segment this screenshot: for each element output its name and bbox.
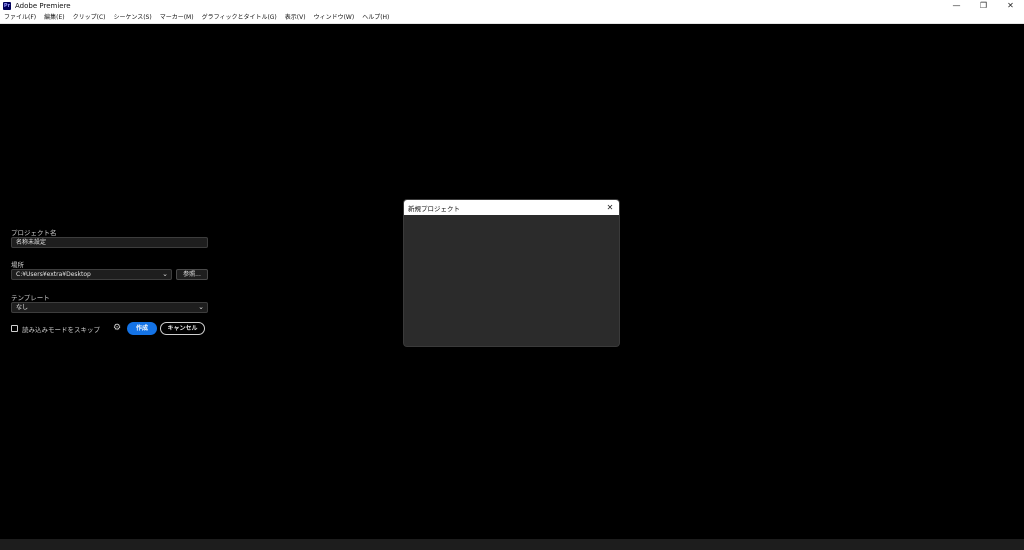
- app-title: Adobe Premiere: [15, 2, 71, 10]
- menu-edit[interactable]: 編集(E): [40, 12, 68, 23]
- menubar: ファイル(F) 編集(E) クリップ(C) シーケンス(S) マーカー(M) グ…: [0, 12, 1024, 24]
- create-button[interactable]: 作成: [127, 322, 157, 335]
- menu-marker[interactable]: マーカー(M): [156, 12, 198, 23]
- template-value: なし: [16, 304, 29, 311]
- location-label: 場所: [11, 261, 24, 269]
- browse-button[interactable]: 参照...: [176, 269, 208, 280]
- template-label: テンプレート: [11, 294, 50, 302]
- premiere-app-icon: Pr: [3, 2, 11, 10]
- cancel-button[interactable]: キャンセル: [160, 322, 205, 335]
- menu-window[interactable]: ウィンドウ(W): [310, 12, 359, 23]
- skip-import-label: 読み込みモードをスキップ: [22, 326, 100, 334]
- minimize-button[interactable]: —: [943, 0, 970, 12]
- dialog-titlebar: 新規プロジェクト ✕: [404, 200, 619, 215]
- location-dropdown[interactable]: C:¥Users¥extra¥Desktop ⌄: [11, 269, 172, 280]
- project-name-input[interactable]: 名称未設定: [11, 237, 208, 248]
- menu-help[interactable]: ヘルプ(H): [358, 12, 393, 23]
- menu-clip[interactable]: クリップ(C): [69, 12, 110, 23]
- dialog-title: 新規プロジェクト: [408, 204, 460, 213]
- template-dropdown[interactable]: なし ⌄: [11, 302, 208, 313]
- menu-view[interactable]: 表示(V): [281, 12, 310, 23]
- close-window-button[interactable]: ✕: [997, 0, 1024, 12]
- chevron-down-icon: ⌄: [198, 303, 204, 311]
- menu-graphics-titles[interactable]: グラフィックとタイトル(G): [198, 12, 281, 23]
- chevron-down-icon: ⌄: [162, 270, 168, 278]
- restore-button[interactable]: ❐: [970, 0, 997, 12]
- close-icon[interactable]: ✕: [605, 202, 615, 213]
- menu-file[interactable]: ファイル(F): [0, 12, 40, 23]
- location-value: C:¥Users¥extra¥Desktop: [16, 271, 91, 278]
- project-name-label: プロジェクト名: [11, 229, 57, 237]
- window-controls: — ❐ ✕: [943, 0, 1024, 12]
- skip-import-checkbox[interactable]: [11, 325, 18, 332]
- status-strip: [0, 539, 1024, 550]
- app-titlebar: Pr Adobe Premiere — ❐ ✕: [0, 0, 1024, 12]
- gear-icon[interactable]: ⚙: [113, 323, 121, 333]
- new-project-dialog: 新規プロジェクト ✕: [404, 200, 619, 346]
- menu-sequence[interactable]: シーケンス(S): [110, 12, 156, 23]
